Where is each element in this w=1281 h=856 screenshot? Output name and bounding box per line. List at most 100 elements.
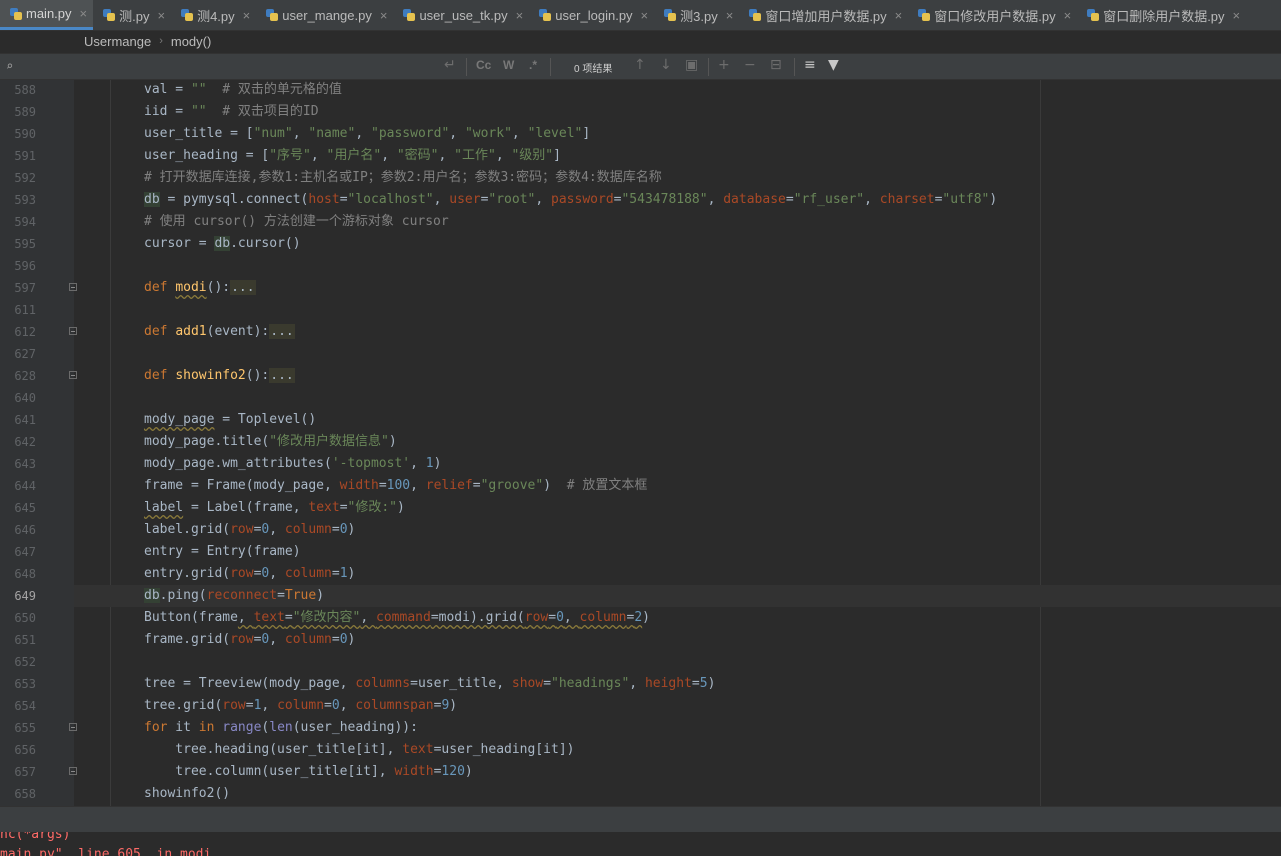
line-number: 653 (14, 677, 36, 691)
line-number: 593 (14, 193, 36, 207)
code-text[interactable]: tree = Treeview(mody_page, columns=user_… (144, 673, 715, 695)
tab-label: user_login.py (555, 7, 633, 23)
code-text[interactable]: def modi():... (144, 277, 256, 299)
breadcrumb-class[interactable]: Usermange (84, 34, 151, 49)
fold-toggle-icon[interactable] (69, 723, 77, 731)
code-text[interactable]: frame.grid(row=0, column=0) (144, 629, 355, 651)
whole-words-button[interactable]: W (503, 58, 514, 76)
code-text[interactable]: showinfo2() (144, 783, 230, 805)
tab-8[interactable]: 窗口修改用户数据.py × (908, 0, 1077, 30)
close-icon[interactable]: × (516, 8, 524, 23)
code-line: 653 tree = Treeview(mody_page, columns=us… (0, 673, 1281, 695)
tab-1[interactable]: 测.py × (93, 0, 171, 30)
close-icon[interactable]: × (1233, 8, 1241, 23)
code-text[interactable]: def add1(event):... (144, 321, 295, 343)
code-line: 595 cursor = db.cursor() (0, 233, 1281, 255)
breadcrumb-method[interactable]: mody() (171, 34, 211, 49)
line-number: 597 (14, 281, 36, 295)
filter-icon[interactable]: ▼ (828, 57, 839, 73)
line-number: 589 (14, 105, 36, 119)
code-text[interactable]: db = pymysql.connect(host="localhost", u… (144, 189, 997, 211)
code-text[interactable]: entry = Entry(frame) (144, 541, 301, 563)
python-file-icon (10, 7, 22, 20)
close-icon[interactable]: × (641, 8, 649, 23)
line-number: 611 (14, 303, 36, 317)
search-icon[interactable]: ⌕ (6, 59, 20, 73)
code-line: 628 def showinfo2():... (0, 365, 1281, 387)
next-occurrence-icon[interactable]: ↓ (660, 57, 672, 73)
line-number: 650 (14, 611, 36, 625)
close-icon[interactable]: × (895, 8, 903, 23)
close-icon[interactable]: × (80, 6, 88, 21)
code-text[interactable]: Button(frame, text="修改内容", command=modi)… (144, 607, 650, 629)
code-text[interactable]: # 打开数据库连接,参数1:主机名或IP；参数2:用户名；参数3:密码；参数4:… (144, 167, 662, 189)
tab-label: 窗口增加用户数据.py (765, 8, 887, 24)
line-number: 627 (14, 347, 36, 361)
code-line: 594 # 使用 cursor() 方法创建一个游标对象 cursor (0, 211, 1281, 233)
tab-7[interactable]: 窗口增加用户数据.py × (739, 0, 908, 30)
select-all-occurrences-icon[interactable]: ⊟ (770, 57, 782, 73)
line-number: 645 (14, 501, 36, 515)
line-number: 640 (14, 391, 36, 405)
line-number: 591 (14, 149, 36, 163)
line-number: 641 (14, 413, 36, 427)
code-line: 656 tree.heading(user_title[it], text=us… (0, 739, 1281, 761)
code-text[interactable]: mody_page.title("修改用户数据信息") (144, 431, 397, 453)
search-input[interactable] (24, 57, 438, 78)
code-text[interactable]: frame = Frame(mody_page, width=100, reli… (144, 475, 647, 497)
fold-toggle-icon[interactable] (69, 371, 77, 379)
tab-4[interactable]: user_use_tk.py × (393, 0, 529, 30)
line-number: 596 (14, 259, 36, 273)
code-text[interactable]: iid = "" # 双击项目的ID (144, 101, 319, 123)
code-line: 588 val = "" # 双击的单元格的值 (0, 79, 1281, 101)
code-text[interactable]: def showinfo2():... (144, 365, 295, 387)
close-icon[interactable]: × (243, 8, 251, 23)
code-text[interactable]: # 使用 cursor() 方法创建一个游标对象 cursor (144, 211, 449, 233)
tab-9[interactable]: 窗口删除用户数据.py × (1077, 0, 1246, 30)
code-text[interactable]: db.ping(reconnect=True) (144, 585, 324, 607)
close-icon[interactable]: × (1064, 8, 1072, 23)
regex-button[interactable]: .* (529, 58, 537, 76)
code-text[interactable]: mody_page.wm_attributes('-topmost', 1) (144, 453, 441, 475)
new-line-icon[interactable]: ↵ (444, 57, 456, 73)
line-number: 644 (14, 479, 36, 493)
tab-5[interactable]: user_login.py × (529, 0, 654, 30)
match-case-button[interactable]: Cc (476, 58, 491, 76)
code-text[interactable]: tree.column(user_title[it], width=120) (144, 761, 472, 783)
filter-search-results-icon[interactable]: ▣ (685, 57, 698, 73)
code-text[interactable]: cursor = db.cursor() (144, 233, 301, 255)
code-line: 593 db = pymysql.connect(host="localhost"… (0, 189, 1281, 211)
multiline-icon[interactable]: ≡ (804, 57, 816, 73)
close-icon[interactable]: × (726, 8, 734, 23)
tab-2[interactable]: 测4.py × (171, 0, 256, 30)
code-line: 640 (0, 387, 1281, 409)
remove-selection-icon[interactable]: − (744, 57, 756, 73)
fold-toggle-icon[interactable] (69, 327, 77, 335)
previous-occurrence-icon[interactable]: ↑ (634, 57, 646, 73)
fold-toggle-icon[interactable] (69, 283, 77, 291)
code-text[interactable]: tree.heading(user_title[it], text=user_h… (144, 739, 574, 761)
code-line: 658 showinfo2() (0, 783, 1281, 805)
code-text[interactable]: for it in range(len(user_heading)): (144, 717, 418, 739)
add-selection-icon[interactable]: + (718, 57, 730, 73)
code-text[interactable]: tree.grid(row=1, column=0, columnspan=9) (144, 695, 457, 717)
editor-bottom-bar (0, 806, 1281, 833)
tab-3[interactable]: user_mange.py × (256, 0, 393, 30)
close-icon[interactable]: × (380, 8, 388, 23)
code-text[interactable]: val = "" # 双击的单元格的值 (144, 79, 342, 101)
code-text[interactable]: label.grid(row=0, column=0) (144, 519, 355, 541)
code-text[interactable]: label = Label(frame, text="修改:") (144, 497, 405, 519)
python-file-icon (749, 9, 762, 21)
code-text[interactable]: user_title = ["num", "name", "password",… (144, 123, 590, 145)
close-icon[interactable]: × (157, 8, 165, 23)
line-number: 595 (14, 237, 36, 251)
fold-toggle-icon[interactable] (69, 767, 77, 775)
code-text[interactable]: user_heading = ["序号", "用户名", "密码", "工作",… (144, 145, 561, 167)
line-number: 643 (14, 457, 36, 471)
line-number: 658 (14, 787, 36, 801)
code-text[interactable]: mody_page = Toplevel() (144, 409, 316, 431)
tab-label: main.py (26, 6, 72, 21)
code-text[interactable]: entry.grid(row=0, column=1) (144, 563, 355, 585)
tab-6[interactable]: 测3.py × (654, 0, 739, 30)
tab-0[interactable]: main.py × (0, 0, 94, 30)
